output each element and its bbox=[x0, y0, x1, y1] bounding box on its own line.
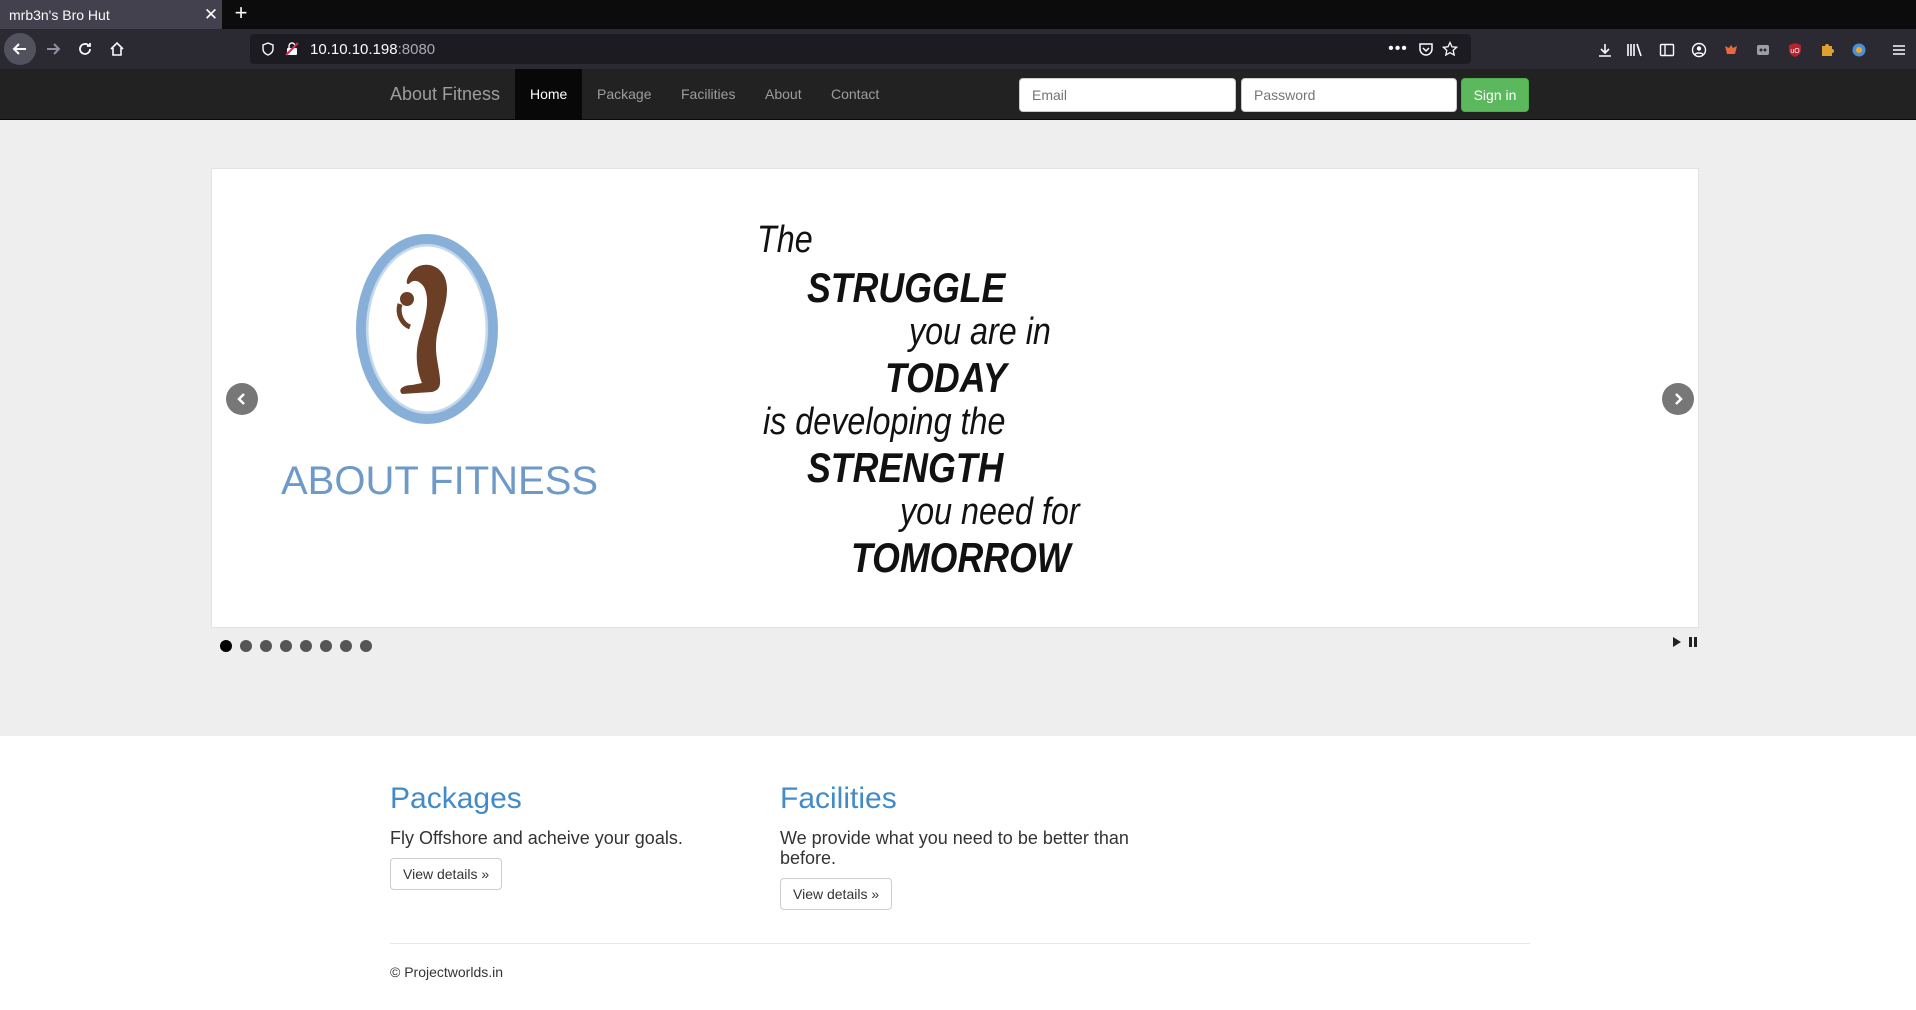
slider-dot[interactable] bbox=[260, 640, 272, 652]
quote-line: you are in bbox=[909, 311, 1051, 353]
logo-text: ABOUT FITNESS bbox=[281, 459, 599, 503]
pocket-icon[interactable] bbox=[1416, 39, 1436, 59]
facilities-view-details-button[interactable]: View details » bbox=[780, 878, 893, 910]
nav-about[interactable]: About bbox=[750, 69, 817, 120]
quote-line: TOMORROW bbox=[851, 534, 1071, 581]
quote-line: STRUGGLE bbox=[807, 264, 1006, 311]
nav-package[interactable]: Package bbox=[582, 69, 666, 120]
library-icon[interactable] bbox=[1624, 39, 1646, 61]
reload-button[interactable] bbox=[69, 33, 101, 65]
slider-controls bbox=[1672, 636, 1698, 648]
slider-dot[interactable] bbox=[320, 640, 332, 652]
close-tab-icon[interactable]: ✕ bbox=[200, 5, 222, 25]
quote-line: is developing the bbox=[763, 401, 1006, 443]
shield-icon[interactable] bbox=[258, 39, 278, 59]
slider-dot[interactable] bbox=[340, 640, 352, 652]
ublock-origin-icon[interactable]: uO bbox=[1784, 39, 1806, 61]
account-icon[interactable] bbox=[1688, 39, 1710, 61]
slider-dot[interactable] bbox=[300, 640, 312, 652]
facilities-text: We provide what you need to be better th… bbox=[780, 828, 1129, 868]
wappalyzer-icon[interactable] bbox=[1848, 39, 1870, 61]
bookmark-star-icon[interactable] bbox=[1440, 39, 1460, 59]
quote-line: you need for bbox=[900, 491, 1080, 533]
browser-toolbar: 10.10.10.198:8080 ••• uO bbox=[0, 29, 1916, 69]
email-input[interactable] bbox=[1019, 78, 1236, 112]
facilities-title: Facilities bbox=[780, 782, 897, 815]
back-button[interactable] bbox=[4, 33, 36, 65]
packages-view-details-button[interactable]: View details » bbox=[390, 858, 503, 890]
browser-tabbar: mrb3n's Bro Hut ✕ + bbox=[0, 0, 1916, 29]
chevron-right-icon bbox=[1675, 393, 1683, 405]
slide-image: ABOUT FITNESS The STRUGGLE you are in TO… bbox=[211, 168, 1699, 628]
insecure-lock-icon[interactable] bbox=[282, 39, 302, 59]
home-button[interactable] bbox=[101, 33, 133, 65]
slider-dot[interactable] bbox=[220, 640, 232, 652]
extension-cookie-icon[interactable] bbox=[1752, 39, 1774, 61]
browser-tab[interactable]: mrb3n's Bro Hut ✕ bbox=[0, 0, 222, 29]
home-icon bbox=[110, 41, 124, 56]
reload-icon bbox=[79, 43, 91, 55]
arrow-left-icon bbox=[12, 43, 26, 55]
url-text: 10.10.10.198:8080 bbox=[310, 41, 436, 58]
packages-title: Packages bbox=[390, 782, 522, 815]
arrow-right-icon bbox=[47, 43, 61, 55]
play-icon[interactable] bbox=[1672, 636, 1682, 648]
pause-icon[interactable] bbox=[1688, 636, 1698, 648]
about-fitness-logo bbox=[356, 234, 498, 424]
slider-dot[interactable] bbox=[360, 640, 372, 652]
foxyproxy-icon[interactable] bbox=[1720, 39, 1742, 61]
packages-section: Packages Fly Offshore and acheive your g… bbox=[390, 780, 750, 890]
tab-title: mrb3n's Bro Hut bbox=[9, 6, 110, 23]
brand-link[interactable]: About Fitness bbox=[390, 84, 500, 105]
slider-dots bbox=[220, 640, 372, 652]
quote-line: The bbox=[757, 219, 813, 261]
hero-slider: ABOUT FITNESS The STRUGGLE you are in TO… bbox=[0, 120, 1916, 736]
nav-facilities[interactable]: Facilities bbox=[666, 69, 750, 120]
sign-in-button[interactable]: Sign in bbox=[1461, 78, 1529, 112]
slider-prev-button[interactable] bbox=[226, 383, 258, 415]
forward-button[interactable] bbox=[37, 33, 69, 65]
nav-contact[interactable]: Contact bbox=[816, 69, 894, 120]
quote-line: STRENGTH bbox=[807, 444, 1004, 491]
chevron-left-icon bbox=[237, 393, 245, 405]
svg-text:uO: uO bbox=[1790, 48, 1800, 55]
menu-hamburger-icon[interactable] bbox=[1888, 39, 1910, 61]
slider-dot[interactable] bbox=[280, 640, 292, 652]
footer-copyright: © Projectworlds.in bbox=[390, 964, 504, 980]
url-bar[interactable]: 10.10.10.198:8080 ••• bbox=[250, 34, 1471, 64]
new-tab-icon[interactable]: + bbox=[230, 0, 252, 29]
slider-next-button[interactable] bbox=[1662, 383, 1694, 415]
slider-dot[interactable] bbox=[240, 640, 252, 652]
sidebar-icon[interactable] bbox=[1656, 39, 1678, 61]
downloads-icon[interactable] bbox=[1594, 39, 1616, 61]
site-navbar: About Fitness Home Package Facilities Ab… bbox=[0, 69, 1916, 120]
nav-home[interactable]: Home bbox=[515, 69, 583, 120]
divider bbox=[390, 943, 1530, 944]
password-input[interactable] bbox=[1241, 78, 1457, 112]
packages-text: Fly Offshore and acheive your goals. bbox=[390, 828, 683, 848]
facilities-section: Facilities We provide what you need to b… bbox=[780, 780, 1140, 910]
extension-puzzle-icon[interactable] bbox=[1816, 39, 1838, 61]
quote-line: TODAY bbox=[885, 354, 1007, 401]
page-actions-icon[interactable]: ••• bbox=[1388, 39, 1408, 59]
